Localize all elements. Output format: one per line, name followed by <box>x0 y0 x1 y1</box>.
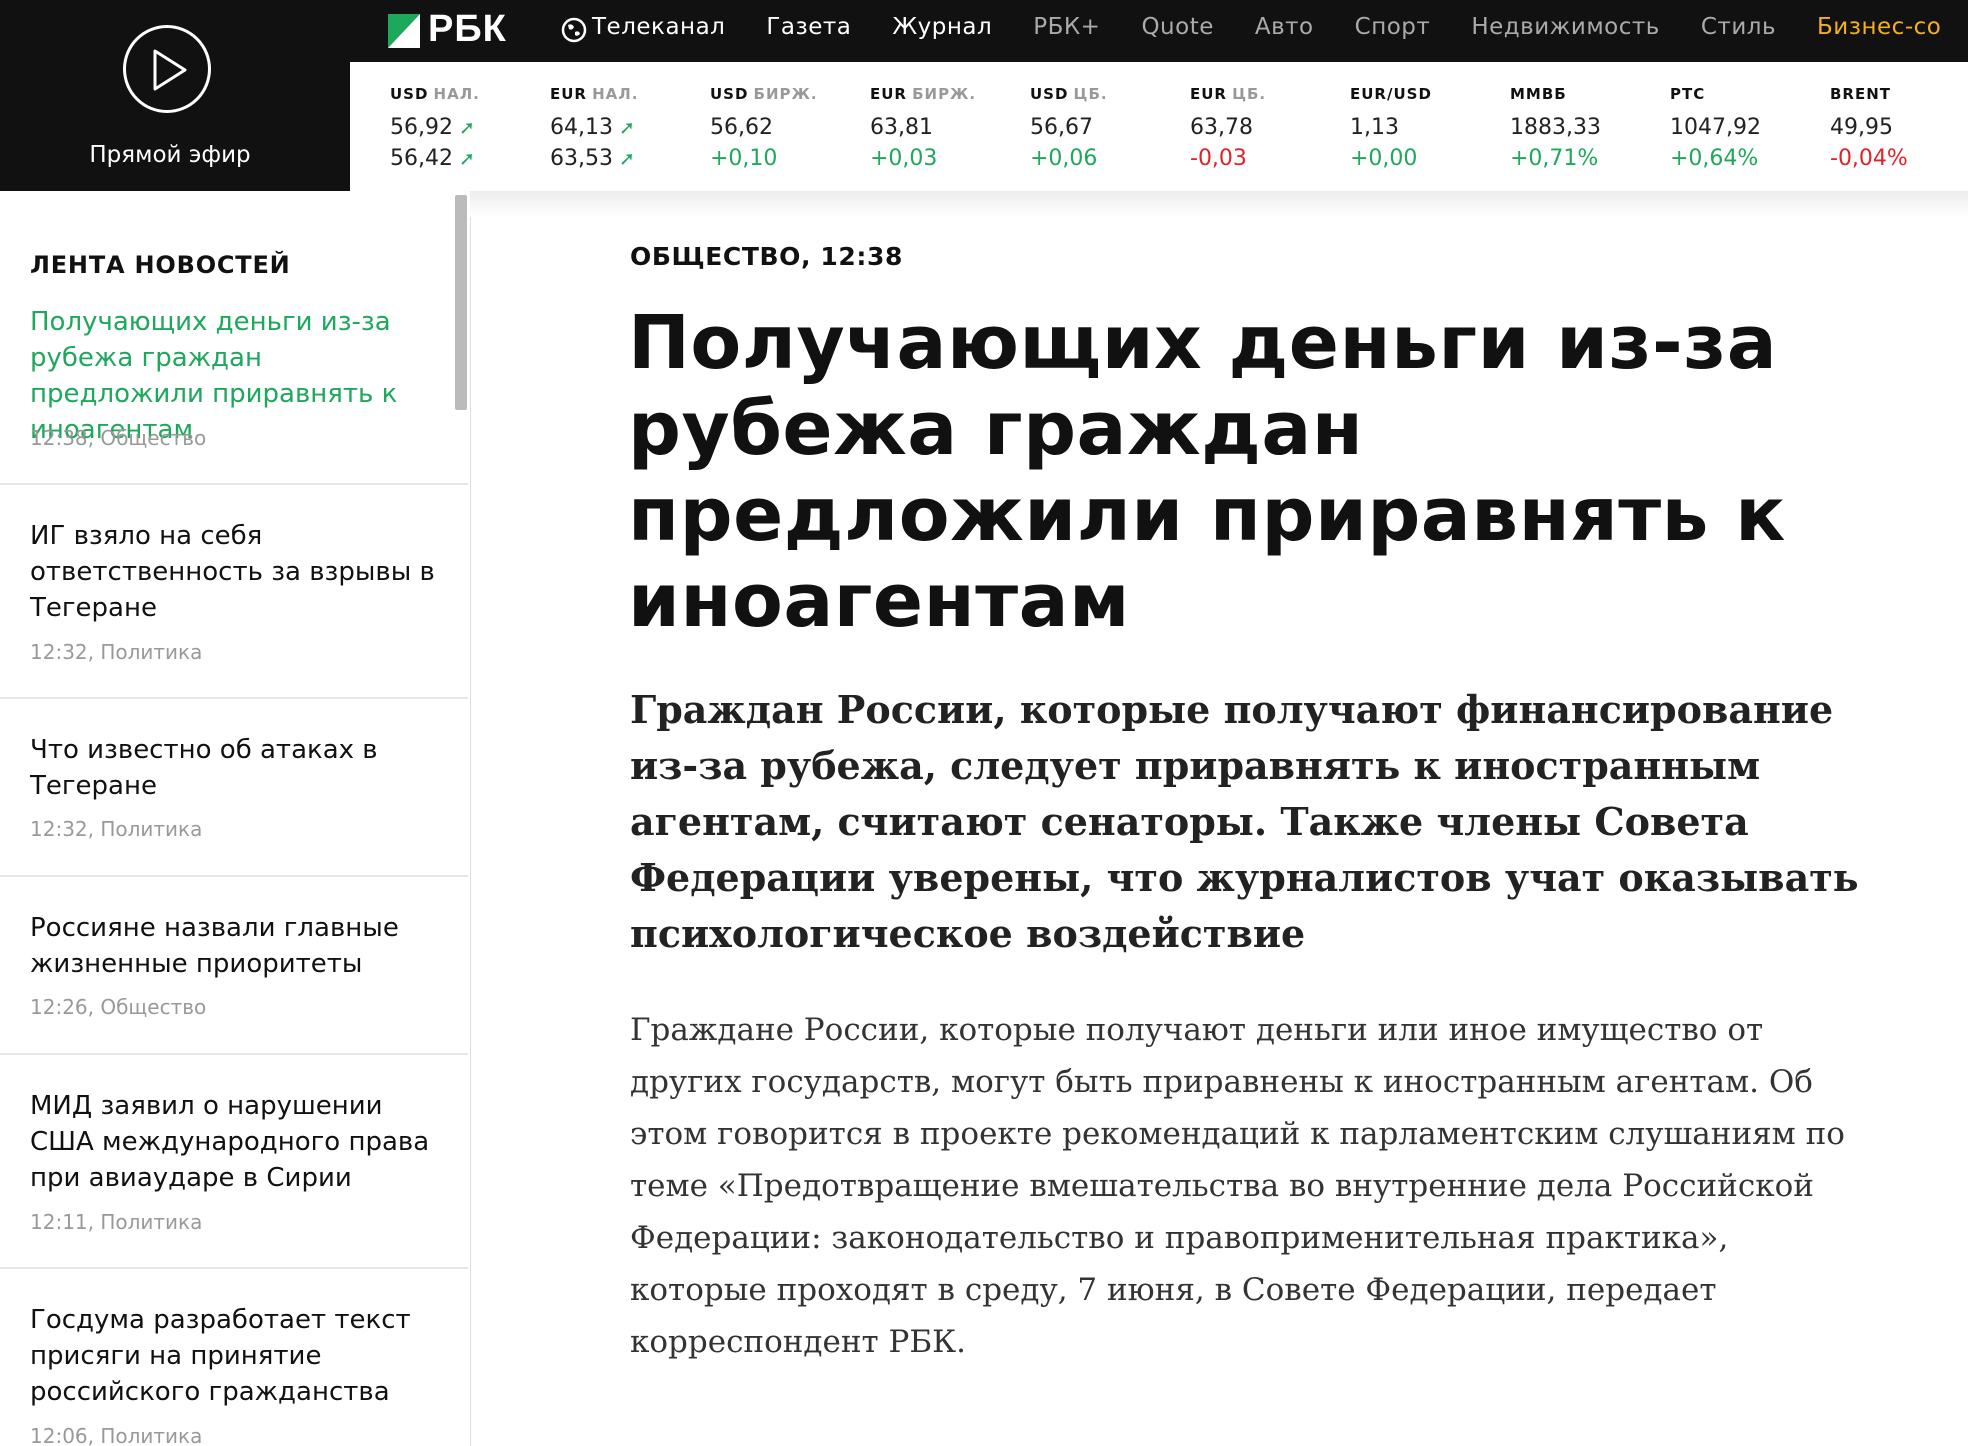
nav-item-gazeta[interactable]: Газета <box>766 14 851 40</box>
nav-item-biznes[interactable]: Бизнес-со <box>1817 14 1941 40</box>
ticker-name: USD <box>390 85 429 103</box>
divider <box>0 483 468 485</box>
logo-text: РБК <box>428 8 507 50</box>
ticker-usd-exchange[interactable]: USD БИРЖ. 56,62 +0,10 <box>710 84 818 171</box>
divider <box>0 1053 468 1055</box>
ticker-brent[interactable]: BRENT 49,95 -0,04% <box>1830 84 1908 171</box>
nav-item-stil[interactable]: Стиль <box>1701 14 1776 40</box>
top-navigation-bar: РБК Телеканал Газета Журнал РБК+ Quote А… <box>350 0 1968 62</box>
sidebar-scrollbar[interactable] <box>455 195 467 410</box>
ticker-sub: БИРЖ. <box>753 85 818 103</box>
ticker-sub: НАЛ. <box>433 85 480 103</box>
news-item-title[interactable]: МИД заявил о нарушении США международног… <box>30 1088 440 1196</box>
nav-item-telekanal[interactable]: Телеканал <box>592 14 725 40</box>
news-item-meta: 12:32, Политика <box>30 817 203 841</box>
divider <box>0 697 468 699</box>
feed-title: ЛЕНТА НОВОСТЕЙ <box>30 251 291 279</box>
nav-item-avto[interactable]: Авто <box>1255 14 1314 40</box>
ticker-value-buy: 56,92 <box>390 115 453 140</box>
ticker-eur-exchange[interactable]: EUR БИРЖ. 63,81 +0,03 <box>870 84 977 171</box>
ticker-eur-cb[interactable]: EUR ЦБ. 63,78 -0,03 <box>1190 84 1267 171</box>
article-lead: Граждан России, которые получают финанси… <box>630 687 1859 956</box>
ticker-change: +0,00 <box>1350 146 1418 171</box>
ticker-value: 63,81 <box>870 115 933 140</box>
arrow-up-icon: ➚ <box>458 148 475 170</box>
nav-item-zhurnal[interactable]: Журнал <box>892 14 992 40</box>
ticker-change: +0,10 <box>710 146 778 171</box>
news-item-meta: 12:38, Общество <box>30 426 207 450</box>
ticker-value: 1,13 <box>1350 115 1399 140</box>
ticker-sub: ЦБ. <box>1232 85 1267 103</box>
ticker-rts[interactable]: РТС 1047,92 +0,64% <box>1670 84 1761 171</box>
ticker-name: РТС <box>1670 85 1706 103</box>
ticker-value-buy: 64,13 <box>550 115 613 140</box>
ticker-name: EUR <box>550 85 587 103</box>
ticker-change: -0,03 <box>1190 146 1247 171</box>
ticker-value: 1883,33 <box>1510 115 1601 140</box>
ticker-name: EUR <box>870 85 907 103</box>
ticker-usd-cb[interactable]: USD ЦБ. 56,67 +0,06 <box>1030 84 1108 171</box>
live-broadcast-block[interactable]: Прямой эфир <box>0 0 350 191</box>
nav-item-rbc-plus[interactable]: РБК+ <box>1033 14 1100 40</box>
ticker-change: +0,06 <box>1030 146 1098 171</box>
ticker-name: EUR <box>1190 85 1227 103</box>
ticker-value: 1047,92 <box>1670 115 1761 140</box>
news-item-meta: 12:06, Политика <box>30 1424 203 1446</box>
ticker-value-sell: 56,42 <box>390 146 453 171</box>
ticker-name: USD <box>710 85 749 103</box>
ticker-sub: БИРЖ. <box>912 85 977 103</box>
ticker-value: 63,78 <box>1190 115 1253 140</box>
nav-item-nedvizhimost[interactable]: Недвижимость <box>1471 14 1660 40</box>
ticker-name: ММВБ <box>1510 85 1567 103</box>
ticker-sub: ЦБ. <box>1073 85 1108 103</box>
news-item-meta: 12:11, Политика <box>30 1210 203 1234</box>
arrow-up-icon: ➚ <box>458 117 475 139</box>
ticker-sub: НАЛ. <box>592 85 639 103</box>
article-body: Граждане России, которые получают деньги… <box>630 1012 1845 1360</box>
ticker-change: +0,64% <box>1670 146 1759 171</box>
market-ticker: USD НАЛ. 56,92 ➚ 56,42 ➚ EUR НАЛ. 64,13 ➚ 6… <box>350 62 1968 191</box>
ticker-micex[interactable]: ММВБ 1883,33 +0,71% <box>1510 84 1601 171</box>
ticker-change: -0,04% <box>1830 146 1908 171</box>
header-shadow <box>470 191 1968 217</box>
nav-item-quote[interactable]: Quote <box>1141 14 1213 40</box>
ticker-value: 49,95 <box>1830 115 1893 140</box>
logo-mark-icon <box>388 14 420 48</box>
ticker-change: +0,71% <box>1510 146 1599 171</box>
main-nav: Телеканал Газета Журнал РБК+ Quote Авто … <box>592 14 1968 40</box>
ticker-eur-usd[interactable]: EUR/USD 1,13 +0,00 <box>1350 84 1432 171</box>
play-icon[interactable] <box>123 25 211 113</box>
ticker-value: 56,67 <box>1030 115 1093 140</box>
news-item-meta: 12:26, Общество <box>30 995 207 1019</box>
ticker-change: +0,03 <box>870 146 938 171</box>
live-label[interactable]: Прямой эфир <box>0 142 340 168</box>
news-item-title[interactable]: Госдума разработает текст присяги на при… <box>30 1302 440 1410</box>
divider <box>0 1267 468 1269</box>
divider <box>0 875 468 877</box>
ticker-name: BRENT <box>1830 85 1892 103</box>
news-item-meta: 12:32, Политика <box>30 640 203 664</box>
news-item-title[interactable]: Россияне назвали главные жизненные приор… <box>30 910 440 982</box>
ticker-eur-cash[interactable]: EUR НАЛ. 64,13 ➚ 63,53 ➚ <box>550 84 639 171</box>
ticker-name: USD <box>1030 85 1069 103</box>
ticker-usd-cash[interactable]: USD НАЛ. 56,92 ➚ 56,42 ➚ <box>390 84 480 171</box>
article-rubric[interactable]: ОБЩЕСТВО, 12:38 <box>630 242 903 271</box>
ticker-value: 56,62 <box>710 115 773 140</box>
arrow-up-icon: ➚ <box>618 148 635 170</box>
news-item-title[interactable]: Что известно об атаках в Тегеране <box>30 732 440 804</box>
ticker-name: EUR/USD <box>1350 85 1432 103</box>
globe-icon[interactable] <box>560 16 588 44</box>
news-item-title[interactable]: ИГ взяло на себя ответственность за взры… <box>30 518 440 626</box>
nav-item-sport[interactable]: Спорт <box>1355 14 1431 40</box>
article-headline: Получающих деньги из-за рубежа граждан п… <box>628 300 1786 644</box>
news-feed-sidebar: ЛЕНТА НОВОСТЕЙ Получающих деньги из-за р… <box>0 191 471 1446</box>
arrow-up-icon: ➚ <box>618 117 635 139</box>
ticker-value-sell: 63,53 <box>550 146 613 171</box>
